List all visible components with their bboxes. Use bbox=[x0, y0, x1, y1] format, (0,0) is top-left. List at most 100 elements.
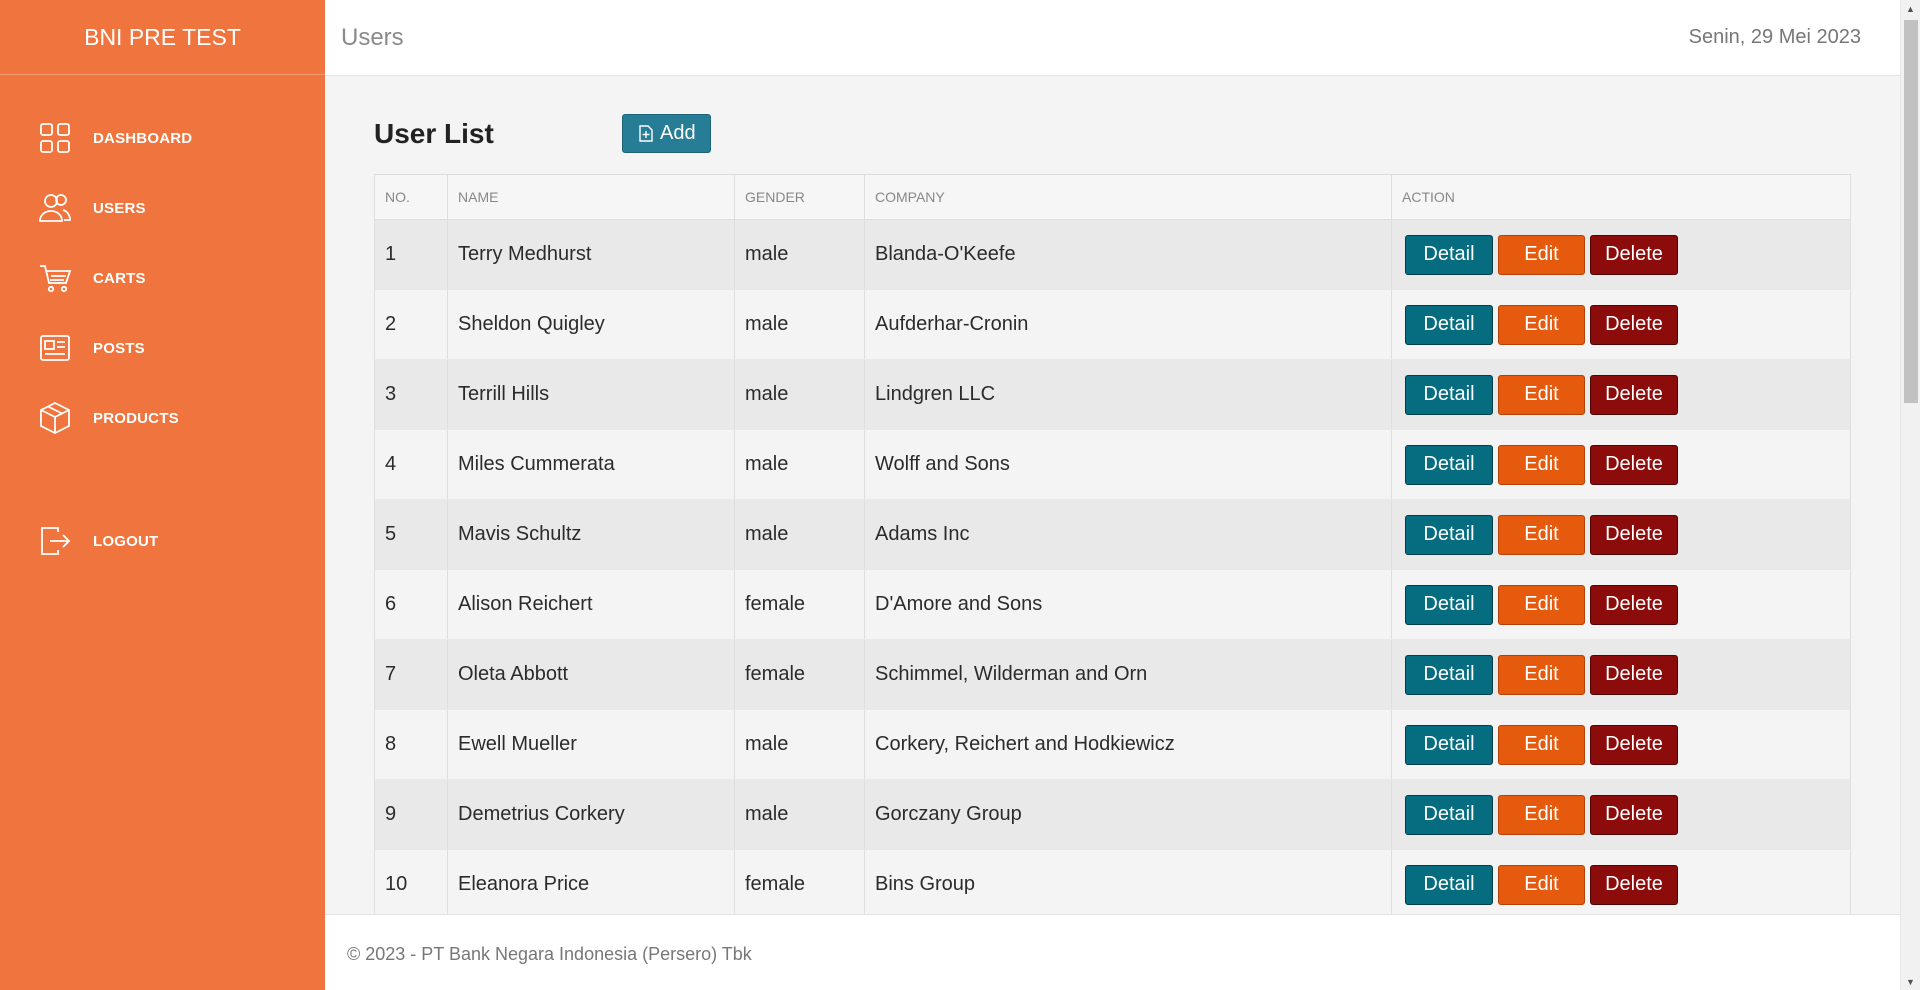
delete-button[interactable]: Delete bbox=[1590, 654, 1678, 695]
row-actions: Detail Edit Delete bbox=[1402, 654, 1850, 695]
edit-button[interactable]: Edit bbox=[1498, 514, 1585, 555]
detail-button[interactable]: Detail bbox=[1405, 374, 1493, 415]
detail-button[interactable]: Detail bbox=[1405, 654, 1493, 695]
sidebar-item-users[interactable]: USERS bbox=[0, 173, 325, 243]
cell-gender: female bbox=[734, 639, 865, 710]
delete-button[interactable]: Delete bbox=[1590, 234, 1678, 275]
top-header: Users Senin, 29 Mei 2023 bbox=[325, 0, 1900, 76]
user-table-wrapper: NO. NAME GENDER COMPANY ACTION 1 Terry Me… bbox=[374, 174, 1851, 914]
footer-copyright: © 2023 - PT Bank Negara Indonesia (Perse… bbox=[347, 944, 752, 964]
sidebar-item-carts[interactable]: CARTS bbox=[0, 243, 325, 313]
edit-button[interactable]: Edit bbox=[1498, 584, 1585, 625]
cell-gender: male bbox=[734, 219, 865, 290]
detail-button[interactable]: Detail bbox=[1405, 514, 1493, 555]
cell-name: Eleanora Price bbox=[447, 849, 735, 914]
cell-company: Wolff and Sons bbox=[864, 429, 1392, 500]
cell-gender: male bbox=[734, 429, 865, 500]
delete-button[interactable]: Delete bbox=[1590, 794, 1678, 835]
cell-company: Lindgren LLC bbox=[864, 359, 1392, 430]
table-row: 7 Oleta Abbott female Schimmel, Wilderman a… bbox=[374, 639, 1851, 710]
sidebar: BNI PRE TEST DASHBOARD USERS CARTS POSTS… bbox=[0, 0, 325, 990]
sidebar-item-label: DASHBOARD bbox=[93, 129, 193, 147]
detail-button[interactable]: Detail bbox=[1405, 304, 1493, 345]
column-header-no: NO. bbox=[374, 174, 448, 220]
delete-button[interactable]: Delete bbox=[1590, 724, 1678, 765]
table-row: 2 Sheldon Quigley male Aufderhar-Cronin Deta… bbox=[374, 289, 1851, 360]
cell-no: 8 bbox=[374, 709, 448, 780]
table-row: 6 Alison Reichert female D'Amore and Sons De… bbox=[374, 569, 1851, 640]
cart-icon bbox=[38, 261, 72, 295]
app-root: BNI PRE TEST DASHBOARD USERS CARTS POSTS… bbox=[0, 0, 1920, 990]
vertical-scrollbar[interactable]: ▲ ▼ bbox=[1900, 0, 1920, 990]
add-user-button[interactable]: Add bbox=[622, 114, 711, 153]
detail-button[interactable]: Detail bbox=[1405, 794, 1493, 835]
table-row: 9 Demetrius Corkery male Gorczany Group Deta… bbox=[374, 779, 1851, 850]
newspaper-icon bbox=[38, 331, 72, 365]
edit-button[interactable]: Edit bbox=[1498, 234, 1585, 275]
sidebar-nav: DASHBOARD USERS CARTS POSTS PRODUCTS LOG… bbox=[0, 75, 325, 576]
footer: © 2023 - PT Bank Negara Indonesia (Perse… bbox=[325, 914, 1900, 990]
cell-gender: male bbox=[734, 709, 865, 780]
scroll-up-arrow-icon[interactable]: ▲ bbox=[1901, 0, 1920, 17]
sidebar-item-logout[interactable]: LOGOUT bbox=[0, 506, 325, 576]
cell-name: Terrill Hills bbox=[447, 359, 735, 430]
cell-gender: female bbox=[734, 569, 865, 640]
cell-actions: Detail Edit Delete bbox=[1391, 359, 1851, 430]
cell-actions: Detail Edit Delete bbox=[1391, 499, 1851, 570]
delete-button[interactable]: Delete bbox=[1590, 444, 1678, 485]
delete-button[interactable]: Delete bbox=[1590, 584, 1678, 625]
cell-no: 6 bbox=[374, 569, 448, 640]
detail-button[interactable]: Detail bbox=[1405, 234, 1493, 275]
sidebar-item-posts[interactable]: POSTS bbox=[0, 313, 325, 383]
cell-gender: female bbox=[734, 849, 865, 914]
list-header: User List Add bbox=[374, 114, 711, 153]
edit-button[interactable]: Edit bbox=[1498, 654, 1585, 695]
sidebar-item-label: POSTS bbox=[93, 339, 145, 357]
column-header-gender: GENDER bbox=[734, 174, 865, 220]
detail-button[interactable]: Detail bbox=[1405, 724, 1493, 765]
row-actions: Detail Edit Delete bbox=[1402, 374, 1850, 415]
table-header-row: NO. NAME GENDER COMPANY ACTION bbox=[374, 174, 1851, 220]
cell-actions: Detail Edit Delete bbox=[1391, 849, 1851, 914]
cell-actions: Detail Edit Delete bbox=[1391, 289, 1851, 360]
sidebar-item-dashboard[interactable]: DASHBOARD bbox=[0, 103, 325, 173]
scroll-down-arrow-icon[interactable]: ▼ bbox=[1901, 973, 1920, 990]
cell-gender: male bbox=[734, 779, 865, 850]
edit-button[interactable]: Edit bbox=[1498, 794, 1585, 835]
edit-button[interactable]: Edit bbox=[1498, 374, 1585, 415]
cell-gender: male bbox=[734, 289, 865, 360]
cell-company: Schimmel, Wilderman and Orn bbox=[864, 639, 1392, 710]
user-table-body: 1 Terry Medhurst male Blanda-O'Keefe Detail E… bbox=[374, 219, 1851, 914]
cell-no: 10 bbox=[374, 849, 448, 914]
logout-icon bbox=[38, 524, 72, 558]
sidebar-item-products[interactable]: PRODUCTS bbox=[0, 383, 325, 453]
edit-button[interactable]: Edit bbox=[1498, 444, 1585, 485]
cell-company: D'Amore and Sons bbox=[864, 569, 1392, 640]
cell-actions: Detail Edit Delete bbox=[1391, 779, 1851, 850]
sidebar-item-label: USERS bbox=[93, 199, 146, 217]
list-title: User List bbox=[374, 117, 494, 149]
scrollbar-thumb[interactable] bbox=[1904, 20, 1918, 403]
user-table: NO. NAME GENDER COMPANY ACTION 1 Terry Me… bbox=[374, 174, 1851, 914]
current-date: Senin, 29 Mei 2023 bbox=[1688, 26, 1861, 48]
cell-actions: Detail Edit Delete bbox=[1391, 569, 1851, 640]
detail-button[interactable]: Detail bbox=[1405, 444, 1493, 485]
column-header-name: NAME bbox=[447, 174, 735, 220]
delete-button[interactable]: Delete bbox=[1590, 304, 1678, 345]
delete-button[interactable]: Delete bbox=[1590, 374, 1678, 415]
delete-button[interactable]: Delete bbox=[1590, 864, 1678, 905]
edit-button[interactable]: Edit bbox=[1498, 724, 1585, 765]
detail-button[interactable]: Detail bbox=[1405, 584, 1493, 625]
table-row: 3 Terrill Hills male Lindgren LLC Detail Edit… bbox=[374, 359, 1851, 430]
delete-button[interactable]: Delete bbox=[1590, 514, 1678, 555]
cell-name: Ewell Mueller bbox=[447, 709, 735, 780]
row-actions: Detail Edit Delete bbox=[1402, 864, 1850, 905]
table-row: 5 Mavis Schultz male Adams Inc Detail Edit Del… bbox=[374, 499, 1851, 570]
edit-button[interactable]: Edit bbox=[1498, 304, 1585, 345]
cell-no: 9 bbox=[374, 779, 448, 850]
detail-button[interactable]: Detail bbox=[1405, 864, 1493, 905]
edit-button[interactable]: Edit bbox=[1498, 864, 1585, 905]
cell-gender: male bbox=[734, 359, 865, 430]
cell-name: Oleta Abbott bbox=[447, 639, 735, 710]
add-button-label: Add bbox=[660, 122, 696, 144]
